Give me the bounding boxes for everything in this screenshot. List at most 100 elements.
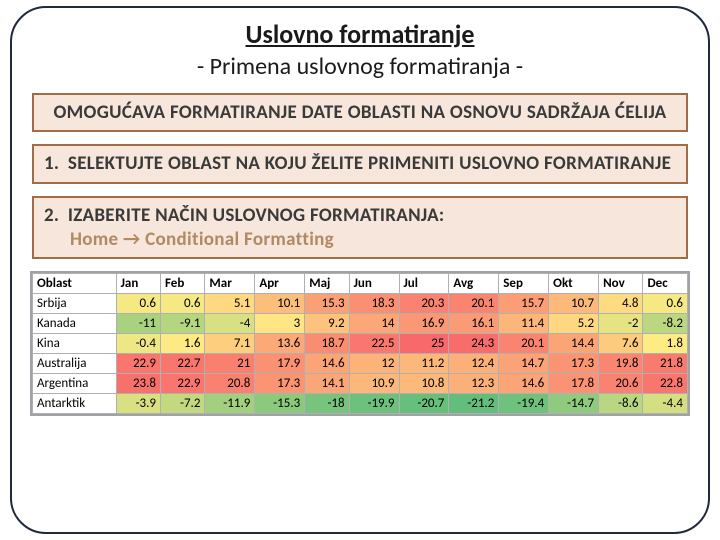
- data-cell: 0.6: [161, 294, 205, 314]
- data-cell: 18.7: [305, 334, 349, 354]
- data-cell: 14.1: [305, 374, 349, 394]
- data-cell: 17.8: [549, 374, 599, 394]
- data-cell: 23.8: [116, 374, 160, 394]
- step-2-text: IZABERITE NAČIN USLOVNOG FORMATIRANJA:: [68, 204, 445, 227]
- data-cell: -7.2: [161, 394, 205, 414]
- data-cell: 14.6: [305, 354, 349, 374]
- data-cell: 13.6: [255, 334, 305, 354]
- data-cell: 15.3: [305, 294, 349, 314]
- table-row: Kina-0.41.67.113.618.722.52524.320.114.4…: [33, 334, 688, 354]
- heatmap-table: OblastJanFebMarAprMajJunJulAvgSepOktNovD…: [32, 273, 688, 414]
- data-cell: 22.5: [349, 334, 399, 354]
- data-cell: 1.8: [643, 334, 688, 354]
- data-cell: 0.6: [116, 294, 160, 314]
- data-cell: 5.2: [549, 314, 599, 334]
- table-row: Srbija0.60.65.110.115.318.320.320.115.71…: [33, 294, 688, 314]
- data-cell: 12.3: [449, 374, 499, 394]
- col-header-month: Mar: [205, 274, 255, 294]
- data-cell: 21.8: [643, 354, 688, 374]
- data-cell: 14.4: [549, 334, 599, 354]
- data-cell: 5.1: [205, 294, 255, 314]
- data-cell: 1.6: [161, 334, 205, 354]
- row-label: Kanada: [33, 314, 117, 334]
- data-cell: 10.9: [349, 374, 399, 394]
- table-row: Argentina23.822.920.817.314.110.910.812.…: [33, 374, 688, 394]
- heatmap-table-wrap: OblastJanFebMarAprMajJunJulAvgSepOktNovD…: [30, 271, 690, 416]
- row-label: Argentina: [33, 374, 117, 394]
- page-title: Uslovno formatiranje: [26, 18, 694, 50]
- header-row: OblastJanFebMarAprMajJunJulAvgSepOktNovD…: [33, 274, 688, 294]
- data-cell: 24.3: [449, 334, 499, 354]
- row-label: Srbija: [33, 294, 117, 314]
- data-cell: -11: [116, 314, 160, 334]
- col-header-month: Dec: [643, 274, 688, 294]
- data-cell: 14.7: [499, 354, 549, 374]
- col-header-month: Jul: [399, 274, 449, 294]
- data-cell: 0.6: [643, 294, 688, 314]
- data-cell: 25: [399, 334, 449, 354]
- data-cell: 11.2: [399, 354, 449, 374]
- data-cell: 16.9: [399, 314, 449, 334]
- step-2-subtext: Home → Conditional Formatting: [70, 228, 334, 252]
- table-row: Australija22.922.72117.914.61211.212.414…: [33, 354, 688, 374]
- intro-box: OMOGUĆAVA FORMATIRANJE DATE OBLASTI NA O…: [32, 93, 688, 132]
- data-cell: 3: [255, 314, 305, 334]
- step-1-number: 1.: [44, 152, 59, 175]
- data-cell: 17.3: [255, 374, 305, 394]
- data-cell: -20.7: [399, 394, 449, 414]
- data-cell: 20.8: [205, 374, 255, 394]
- data-cell: 4.8: [599, 294, 643, 314]
- data-cell: -18: [305, 394, 349, 414]
- col-header-month: Avg: [449, 274, 499, 294]
- data-cell: 17.9: [255, 354, 305, 374]
- data-cell: 14.6: [499, 374, 549, 394]
- data-cell: -4.4: [643, 394, 688, 414]
- data-cell: 9.2: [305, 314, 349, 334]
- data-cell: 20.3: [399, 294, 449, 314]
- data-cell: 7.1: [205, 334, 255, 354]
- data-cell: 12: [349, 354, 399, 374]
- data-cell: -8.2: [643, 314, 688, 334]
- data-cell: -21.2: [449, 394, 499, 414]
- col-header-month: Jan: [116, 274, 160, 294]
- col-header-month: Okt: [549, 274, 599, 294]
- data-cell: 7.6: [599, 334, 643, 354]
- col-header-region: Oblast: [33, 274, 117, 294]
- data-cell: -15.3: [255, 394, 305, 414]
- data-cell: 10.1: [255, 294, 305, 314]
- page-subtitle: - Primena uslovnog formatiranja -: [26, 52, 694, 81]
- col-header-month: Sep: [499, 274, 549, 294]
- data-cell: -9.1: [161, 314, 205, 334]
- data-cell: -19.9: [349, 394, 399, 414]
- data-cell: -11.9: [205, 394, 255, 414]
- data-cell: 20.6: [599, 374, 643, 394]
- data-cell: -0.4: [116, 334, 160, 354]
- data-cell: 17.3: [549, 354, 599, 374]
- data-cell: -19.4: [499, 394, 549, 414]
- data-cell: 16.1: [449, 314, 499, 334]
- data-cell: 10.7: [549, 294, 599, 314]
- table-row: Antarktik-3.9-7.2-11.9-15.3-18-19.9-20.7…: [33, 394, 688, 414]
- data-cell: 22.7: [161, 354, 205, 374]
- col-header-month: Maj: [305, 274, 349, 294]
- data-cell: 21: [205, 354, 255, 374]
- data-cell: 20.1: [499, 334, 549, 354]
- data-cell: -3.9: [116, 394, 160, 414]
- col-header-month: Jun: [349, 274, 399, 294]
- table-row: Kanada-11-9.1-439.21416.916.111.45.2-2-8…: [33, 314, 688, 334]
- data-cell: 22.8: [643, 374, 688, 394]
- intro-text: OMOGUĆAVA FORMATIRANJE DATE OBLASTI NA O…: [54, 101, 667, 124]
- step-2-number: 2.: [44, 204, 59, 227]
- data-cell: 15.7: [499, 294, 549, 314]
- data-cell: 11.4: [499, 314, 549, 334]
- data-cell: 19.8: [599, 354, 643, 374]
- data-cell: 22.9: [116, 354, 160, 374]
- step-1-box: 1. SELEKTUJTE OBLAST NA KOJU ŽELITE PRIM…: [32, 144, 688, 184]
- row-label: Australija: [33, 354, 117, 374]
- step-2-box: 2. IZABERITE NAČIN USLOVNOG FORMATIRANJA…: [32, 196, 688, 260]
- row-label: Kina: [33, 334, 117, 354]
- data-cell: 14: [349, 314, 399, 334]
- data-cell: 10.8: [399, 374, 449, 394]
- col-header-month: Apr: [255, 274, 305, 294]
- data-cell: 20.1: [449, 294, 499, 314]
